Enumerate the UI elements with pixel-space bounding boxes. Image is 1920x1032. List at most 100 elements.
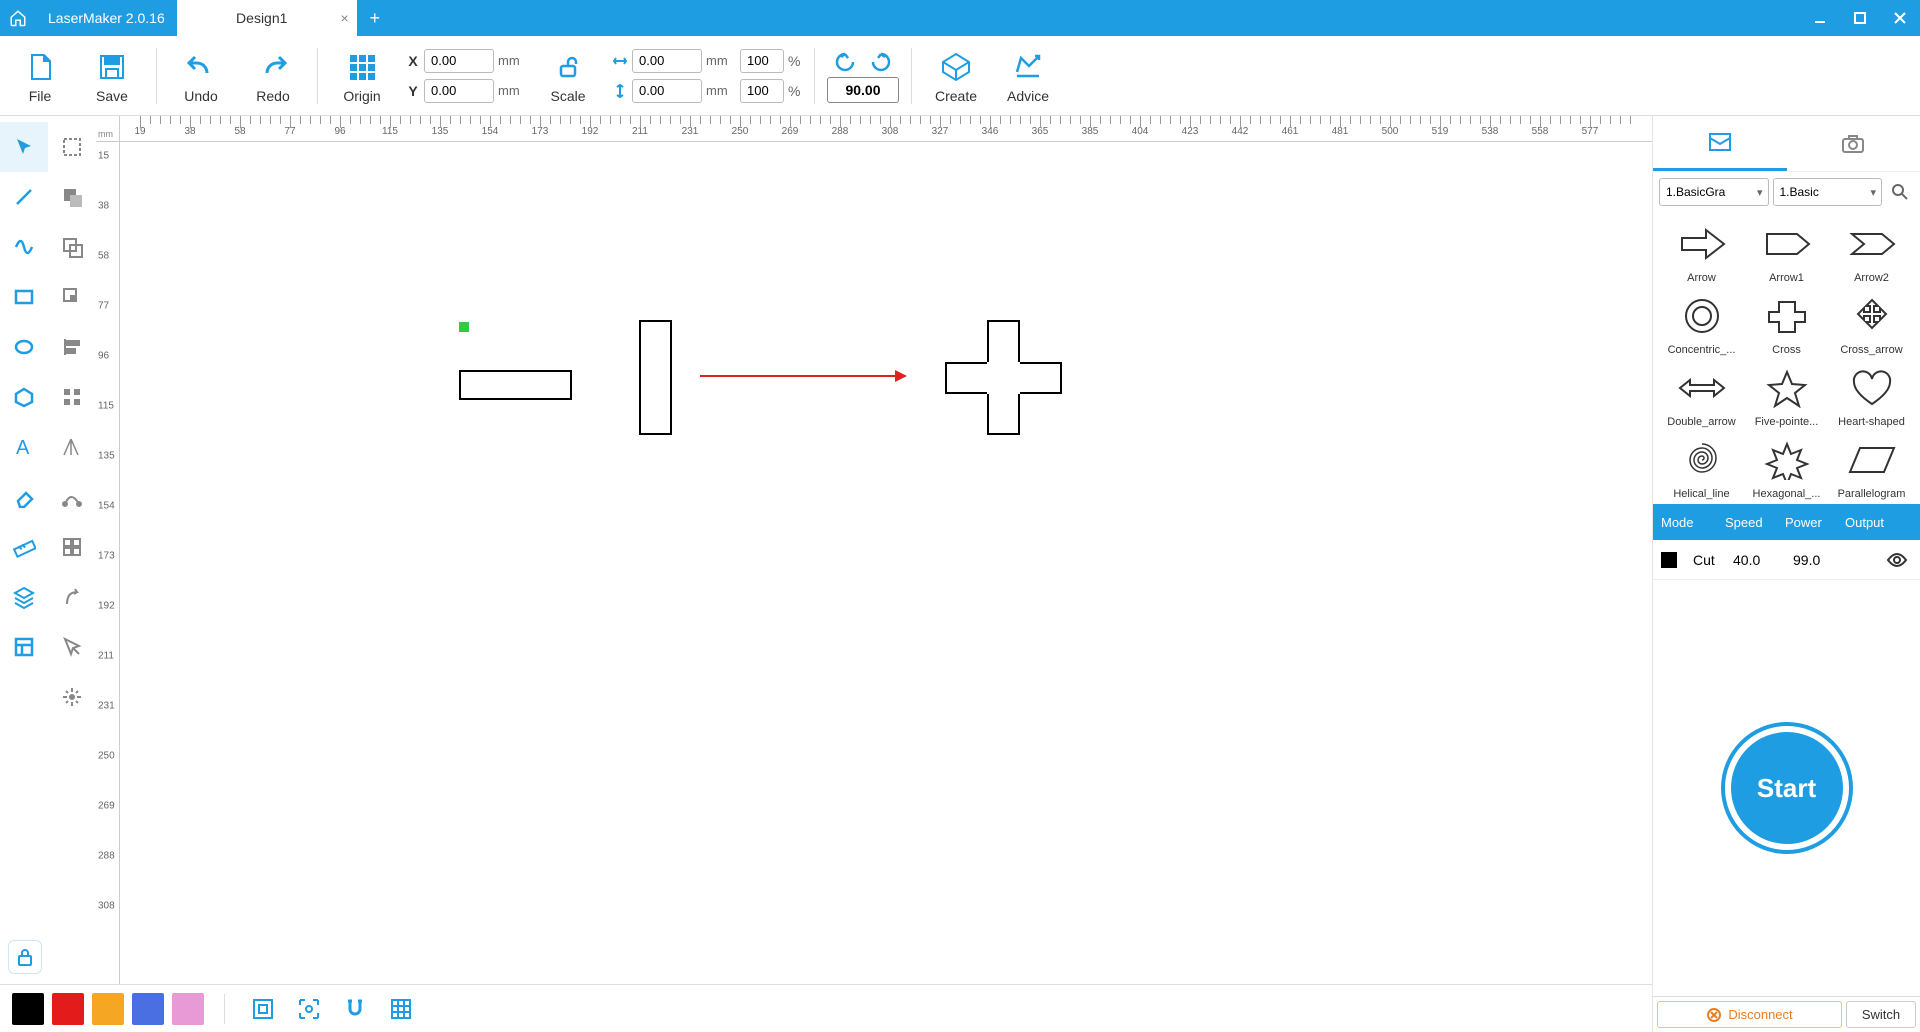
layer-row[interactable]: Cut 40.0 99.0 — [1653, 540, 1920, 580]
array-tool[interactable] — [48, 522, 96, 572]
measure-tool[interactable] — [0, 522, 48, 572]
lock-view-button[interactable] — [8, 940, 42, 974]
start-button[interactable]: Start — [1725, 726, 1849, 850]
shape-lib-helical-line[interactable]: Helical_line — [1661, 432, 1742, 500]
minimize-button[interactable] — [1800, 0, 1840, 36]
eraser-tool[interactable] — [0, 472, 48, 522]
ruler-unit: mm — [96, 116, 120, 142]
laser-tool[interactable] — [48, 672, 96, 722]
file-button[interactable]: File — [8, 41, 72, 111]
layers-tool[interactable] — [0, 572, 48, 622]
height-input[interactable]: 0.00 — [632, 79, 702, 103]
shape-lib-cross[interactable]: Cross — [1746, 288, 1827, 356]
bottom-bar — [0, 984, 1652, 1032]
home-icon[interactable] — [0, 0, 36, 36]
union-tool[interactable] — [48, 172, 96, 222]
canvas[interactable] — [120, 142, 1652, 1032]
shape-lib-concentric-[interactable]: Concentric_... — [1661, 288, 1742, 356]
width-icon — [612, 53, 628, 69]
subtract-tool[interactable] — [48, 222, 96, 272]
send-tool[interactable] — [48, 622, 96, 672]
advice-button[interactable]: Advice — [996, 41, 1060, 111]
height-icon — [612, 83, 628, 99]
marquee-tool[interactable] — [48, 122, 96, 172]
shape-lib-arrow[interactable]: Arrow — [1661, 216, 1742, 284]
width-input[interactable]: 0.00 — [632, 49, 702, 73]
align-left-tool[interactable] — [48, 322, 96, 372]
y-input[interactable]: 0.00 — [424, 79, 494, 103]
shape-lib-arrow2[interactable]: Arrow2 — [1831, 216, 1912, 284]
shape-lib-heart-shaped[interactable]: Heart-shaped — [1831, 360, 1912, 428]
category-select-1[interactable]: 1.BasicGra — [1659, 178, 1769, 206]
shape-vertical-rect[interactable] — [639, 320, 672, 435]
connection-status[interactable]: Disconnect — [1657, 1001, 1842, 1028]
show-grid-icon[interactable] — [383, 991, 419, 1027]
x-input[interactable]: 0.00 — [424, 49, 494, 73]
layer-visibility-icon[interactable] — [1845, 549, 1920, 571]
category-select-2[interactable]: 1.Basic — [1773, 178, 1883, 206]
center-view-icon[interactable] — [291, 991, 327, 1027]
text-tool[interactable]: A — [0, 422, 48, 472]
shape-lib-cross-arrow[interactable]: Cross_arrow — [1831, 288, 1912, 356]
undo-button[interactable]: Undo — [169, 41, 233, 111]
close-window-button[interactable] — [1880, 0, 1920, 36]
guide-arrow — [700, 375, 905, 377]
origin-marker — [459, 322, 469, 332]
scale-button[interactable]: Scale — [536, 41, 600, 111]
grid-tool[interactable] — [48, 372, 96, 422]
switch-button[interactable]: Switch — [1846, 1001, 1916, 1028]
add-tab-button[interactable]: + — [357, 0, 393, 36]
origin-button[interactable]: Origin — [330, 41, 394, 111]
fit-view-icon[interactable] — [245, 991, 281, 1027]
create-button[interactable]: Create — [924, 41, 988, 111]
curve-tool[interactable] — [0, 222, 48, 272]
shape-lib-five-pointe-[interactable]: Five-pointe... — [1746, 360, 1827, 428]
color-swatch-0[interactable] — [12, 993, 44, 1025]
trace-tool[interactable] — [48, 572, 96, 622]
artboard-tool[interactable] — [0, 622, 48, 672]
edit-path-tool[interactable] — [48, 472, 96, 522]
color-swatch-2[interactable] — [92, 993, 124, 1025]
shape-lib-double-arrow[interactable]: Double_arrow — [1661, 360, 1742, 428]
ellipse-tool[interactable] — [0, 322, 48, 372]
select-tool[interactable] — [0, 122, 48, 172]
line-tool[interactable] — [0, 172, 48, 222]
tab-label: Design1 — [236, 10, 287, 26]
ruler-vertical: 1538587796115135154173192211231250269288… — [96, 142, 120, 1032]
shape-cross-h[interactable] — [945, 362, 1062, 394]
shape-horizontal-rect[interactable] — [459, 370, 572, 400]
redo-button[interactable]: Redo — [241, 41, 305, 111]
rotate-cw-icon[interactable] — [868, 49, 894, 75]
left-toolbar: A — [0, 116, 96, 1032]
svg-text:A: A — [16, 437, 30, 458]
color-swatch-3[interactable] — [132, 993, 164, 1025]
camera-tab[interactable] — [1787, 116, 1920, 171]
y-label: Y — [406, 83, 420, 99]
shape-lib-parallelogram[interactable]: Parallelogram — [1831, 432, 1912, 500]
snap-icon[interactable] — [337, 991, 373, 1027]
library-tab[interactable] — [1653, 116, 1787, 171]
intersect-tool[interactable] — [48, 272, 96, 322]
maximize-button[interactable] — [1840, 0, 1880, 36]
polygon-tool[interactable] — [0, 372, 48, 422]
ruler-horizontal: 1938587796115135154173192211231250269288… — [120, 116, 1652, 142]
app-name: LaserMaker 2.0.16 — [36, 0, 177, 36]
save-button[interactable]: Save — [80, 41, 144, 111]
shape-lib-hexagonal-[interactable]: Hexagonal_... — [1746, 432, 1827, 500]
height-pct-input[interactable]: 100 — [740, 79, 784, 103]
width-pct-input[interactable]: 100 — [740, 49, 784, 73]
main-toolbar: File Save Undo Redo Origin X0.00mm Y0.00… — [0, 36, 1920, 116]
rotation-input[interactable]: 90.00 — [827, 77, 899, 103]
close-tab-icon[interactable]: × — [341, 10, 349, 26]
shape-lib-arrow1[interactable]: Arrow1 — [1746, 216, 1827, 284]
rotate-ccw-icon[interactable] — [832, 49, 858, 75]
color-swatch-4[interactable] — [172, 993, 204, 1025]
x-label: X — [406, 53, 420, 69]
shapes-library: ArrowArrow1Arrow2 Concentric_...CrossCros… — [1653, 212, 1920, 504]
layer-header: Mode Speed Power Output — [1653, 504, 1920, 540]
document-tab[interactable]: Design1 × — [177, 0, 357, 36]
mirror-tool[interactable] — [48, 422, 96, 472]
rectangle-tool[interactable] — [0, 272, 48, 322]
color-swatch-1[interactable] — [52, 993, 84, 1025]
library-search-icon[interactable] — [1886, 178, 1914, 206]
